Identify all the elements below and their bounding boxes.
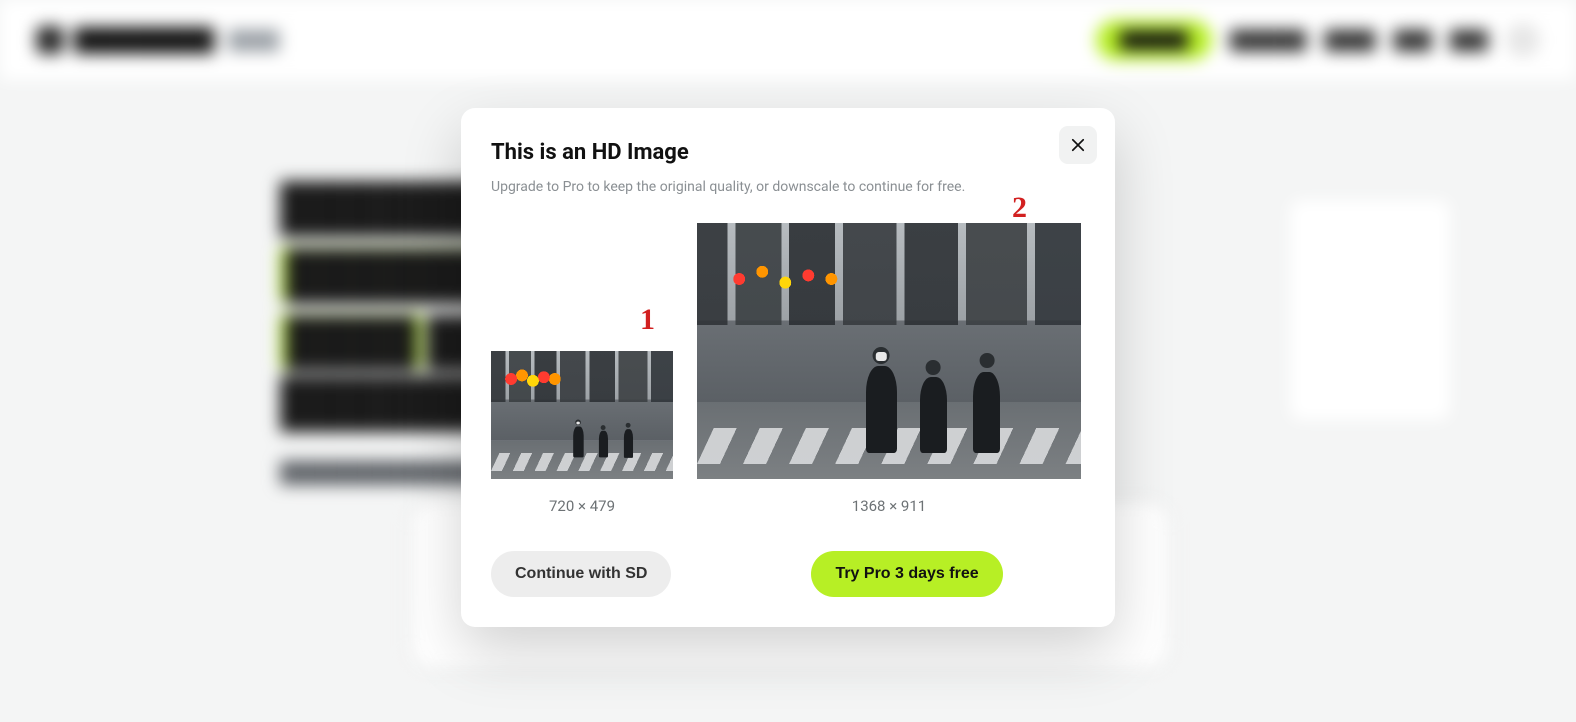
preview-row: 1 720 × 479 2 <box>491 223 1085 515</box>
topbar: █████████ ████ ██████ ██████ ████ ███ ██… <box>0 0 1576 80</box>
try-pro-button[interactable]: Try Pro 3 days free <box>811 551 1002 597</box>
nav-item: ██████ <box>1230 30 1307 51</box>
modal-title: This is an HD Image <box>491 140 1085 165</box>
nav-item: ███ <box>1450 30 1488 51</box>
hd-dimensions: 1368 × 911 <box>852 497 926 515</box>
hd-image-modal: This is an HD Image Upgrade to Pro to ke… <box>461 108 1115 627</box>
annotation-2: 2 <box>1012 193 1027 223</box>
nav-item: ████ <box>1324 30 1375 51</box>
close-icon <box>1069 136 1087 154</box>
preview-sd: 1 720 × 479 <box>491 351 673 515</box>
preview-hd: 2 1368 × 911 <box>697 223 1081 515</box>
continue-sd-button[interactable]: Continue with SD <box>491 551 671 597</box>
hd-image-placeholder <box>697 223 1081 479</box>
cta-pill: ██████ <box>1096 20 1212 60</box>
menu-icon <box>1506 23 1540 57</box>
side-thumb <box>1290 200 1450 420</box>
modal-actions: Continue with SD Try Pro 3 days free <box>491 551 1085 597</box>
annotation-1: 1 <box>640 305 655 335</box>
brand-sub: ████ <box>228 30 279 51</box>
close-button[interactable] <box>1059 126 1097 164</box>
nav-item: ███ <box>1393 30 1431 51</box>
sd-dimensions: 720 × 479 <box>549 497 615 515</box>
brand-name: █████████ <box>74 27 214 53</box>
modal-subtitle: Upgrade to Pro to keep the original qual… <box>491 179 1085 195</box>
logo-mark <box>36 26 64 54</box>
sd-image-placeholder <box>491 351 673 479</box>
logo: █████████ ████ <box>36 26 279 54</box>
